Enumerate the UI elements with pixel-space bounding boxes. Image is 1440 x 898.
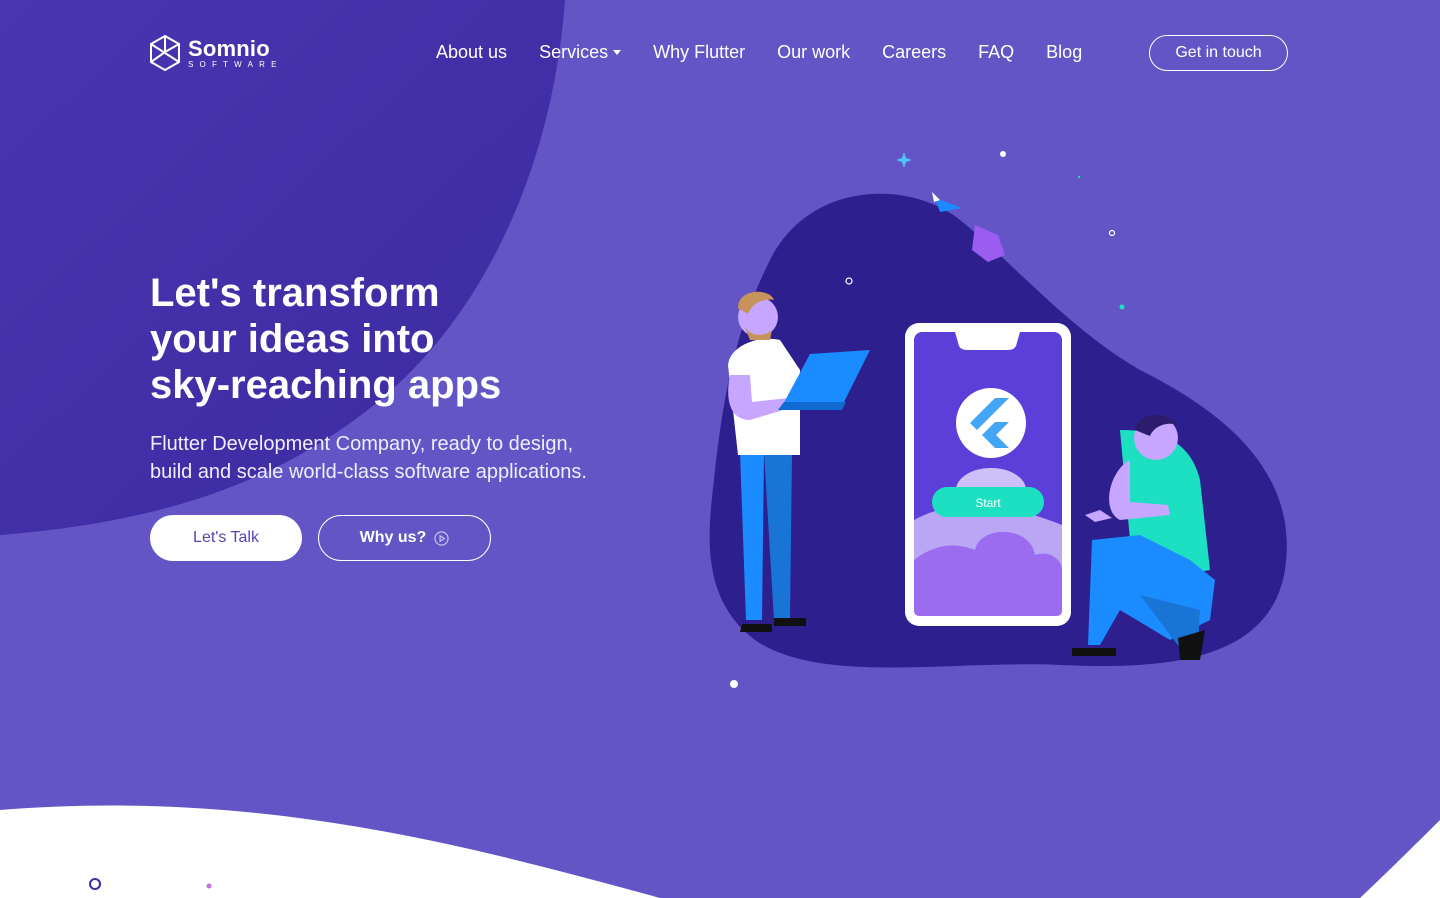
site-header: Somnio SOFTWARE About us Services Why Fl… bbox=[0, 0, 1440, 110]
nav-services-label: Services bbox=[539, 42, 609, 62]
why-us-label: Why us? bbox=[359, 529, 427, 546]
brand-logo[interactable]: Somnio SOFTWARE bbox=[148, 34, 283, 74]
nav-about-us[interactable]: About us bbox=[436, 42, 507, 63]
brand-tagline: SOFTWARE bbox=[188, 59, 283, 69]
play-circle-icon bbox=[434, 530, 449, 546]
hero-subtitle: Flutter Development Company, ready to de… bbox=[150, 433, 587, 483]
phone-mockup: Start bbox=[905, 323, 1071, 626]
hero-section: Let's transform your ideas into sky-reac… bbox=[150, 270, 710, 486]
why-us-button[interactable]: Why us? bbox=[318, 515, 491, 561]
lets-talk-button[interactable]: Let's Talk bbox=[150, 515, 302, 561]
get-in-touch-button[interactable]: Get in touch bbox=[1149, 35, 1288, 71]
somnio-logo-icon bbox=[150, 34, 180, 72]
nav-careers[interactable]: Careers bbox=[882, 42, 946, 63]
phone-start-label: Start bbox=[975, 496, 1001, 510]
nav-why-flutter[interactable]: Why Flutter bbox=[653, 42, 745, 63]
hero-title: Let's transform your ideas into sky-reac… bbox=[150, 271, 502, 407]
nav-faq[interactable]: FAQ bbox=[978, 42, 1014, 63]
nav-services[interactable]: Services bbox=[539, 42, 622, 63]
nav-our-work[interactable]: Our work bbox=[777, 42, 850, 63]
brand-name: Somnio bbox=[188, 35, 270, 61]
hero-buttons: Let's Talk Why us? bbox=[150, 515, 491, 561]
hero-illustration: Start bbox=[709, 151, 1287, 688]
chevron-down-icon bbox=[613, 50, 622, 55]
nav-blog[interactable]: Blog bbox=[1046, 42, 1082, 63]
sparkle-icon bbox=[896, 152, 912, 168]
main-nav: About us Services Why Flutter Our work C… bbox=[436, 42, 1114, 63]
